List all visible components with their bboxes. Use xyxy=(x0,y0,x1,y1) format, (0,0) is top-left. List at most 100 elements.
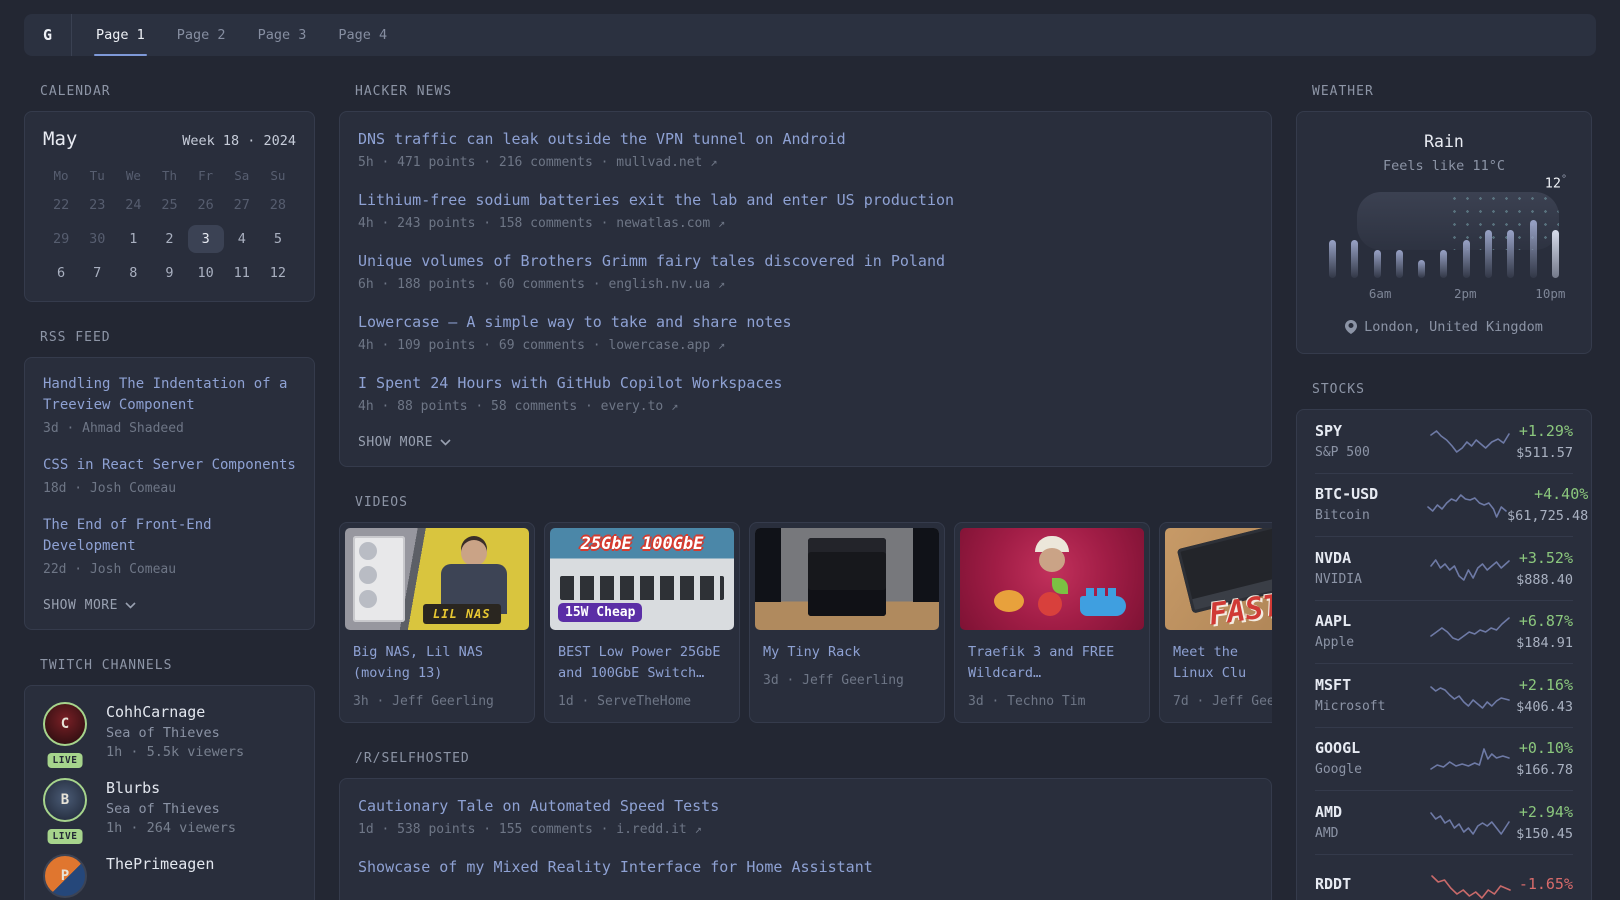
hn-link[interactable]: Lowercase – A simple way to take and sha… xyxy=(358,311,1253,333)
weekday-label: Th xyxy=(161,168,178,183)
rss-show-more-button[interactable]: SHOW MORE xyxy=(43,598,136,613)
stock-symbol: AAPL xyxy=(1315,612,1352,631)
live-badge: LIVE xyxy=(47,829,83,844)
hn-item: Lithium-free sodium batteries exit the l… xyxy=(358,189,1253,232)
rss-link[interactable]: The End of Front-End Development xyxy=(43,515,296,557)
stock-change: +4.40% xyxy=(1534,485,1589,504)
sparkline-chart xyxy=(1430,747,1510,770)
thumbnail-text: 15W Cheap xyxy=(558,603,643,622)
twitch-channel-cohhcarnage[interactable]: C LIVE CohhCarnage Sea of Thieves 1h · 5… xyxy=(43,702,296,768)
videos-section-title: VIDEOS xyxy=(355,495,408,510)
app-logo[interactable]: G xyxy=(24,14,72,56)
video-card-linux-cluster[interactable]: FAST Meet the Linux Clu 7d · Jeff Geerli… xyxy=(1159,522,1272,723)
stock-row-nvda[interactable]: NVDA NVIDIA +3.52% $888.40 xyxy=(1315,537,1573,601)
hacker-news-widget: DNS traffic can leak outside the VPN tun… xyxy=(339,111,1272,467)
twitch-section-title: TWITCH CHANNELS xyxy=(40,658,173,673)
sparkline-chart xyxy=(1430,559,1510,582)
tab-page-4[interactable]: Page 4 xyxy=(336,14,389,56)
stock-row-btc-usd[interactable]: BTC-USD Bitcoin +4.40% $61,725.48 xyxy=(1315,474,1588,537)
video-card-25gbe-switch[interactable]: 25GbE 100GbE 15W Cheap BEST Low Power 25… xyxy=(544,522,740,723)
stock-row-rddt[interactable]: RDDT -1.65% xyxy=(1315,855,1573,900)
stock-row-amd[interactable]: AMD AMD +2.94% $150.45 xyxy=(1315,791,1573,855)
calendar-widget: May Week 18 · 2024 Mo Tu We Th Fr Sa Su … xyxy=(24,111,315,302)
rss-link[interactable]: CSS in React Server Components xyxy=(43,455,296,476)
avatar: C LIVE xyxy=(43,702,91,768)
hn-meta-text: 6h · 188 points · 60 comments · xyxy=(358,277,609,292)
stock-price: $406.43 xyxy=(1516,698,1573,715)
stock-name: Bitcoin xyxy=(1315,508,1370,524)
sparkline-chart xyxy=(1431,875,1511,900)
avatar: B LIVE xyxy=(43,778,91,844)
reddit-link[interactable]: Cautionary Tale on Automated Speed Tests xyxy=(358,795,1253,817)
video-title: Big NAS, Lil NAS (moving 13) xyxy=(353,644,484,681)
calendar-day: 23 xyxy=(89,197,106,213)
video-thumbnail: 25GbE 100GbE 15W Cheap xyxy=(550,528,734,630)
stock-name: Google xyxy=(1315,762,1362,778)
stock-symbol: AMD xyxy=(1315,802,1343,821)
hn-domain-link[interactable]: newatlas.com xyxy=(616,216,710,231)
video-meta: 7d · Jeff Geerling xyxy=(1173,694,1272,709)
tab-page-3[interactable]: Page 3 xyxy=(256,14,309,56)
tab-page-2[interactable]: Page 2 xyxy=(175,14,228,56)
avatar-image: P xyxy=(43,854,87,898)
hn-link[interactable]: Unique volumes of Brothers Grimm fairy t… xyxy=(358,250,1253,272)
reddit-item: Showcase of my Mixed Reality Interface f… xyxy=(358,856,1253,878)
video-meta: 3d · Jeff Geerling xyxy=(763,673,904,688)
stock-name: S&P 500 xyxy=(1315,444,1370,460)
stock-symbol: MSFT xyxy=(1315,675,1352,694)
hn-meta: 4h · 88 points · 58 comments · every.to … xyxy=(358,398,1253,415)
hn-show-more-button[interactable]: SHOW MORE xyxy=(358,435,451,450)
external-link-icon: ↗ xyxy=(694,822,702,836)
stock-name: AMD xyxy=(1315,825,1339,841)
weather-current-temp-label: 12° xyxy=(1544,174,1567,192)
selfhosted-section-title: /R/SELFHOSTED xyxy=(355,751,470,766)
twitch-channel-blurbs[interactable]: B LIVE Blurbs Sea of Thieves 1h · 264 vi… xyxy=(43,778,296,844)
selfhosted-widget: Cautionary Tale on Automated Speed Tests… xyxy=(339,778,1272,900)
stock-price: $184.91 xyxy=(1516,635,1573,652)
avatar: P xyxy=(43,854,91,898)
twitch-channel-theprimeagen[interactable]: P ThePrimeagen xyxy=(43,854,296,898)
thumbnail-text: LIL NAS xyxy=(423,604,501,624)
stocks-widget: SPY S&P 500 +1.29% $511.57 BTC-USD Bitcoin … xyxy=(1296,409,1592,900)
calendar-day: 2 xyxy=(165,231,174,247)
stock-symbol: BTC-USD xyxy=(1315,485,1379,504)
chevron-down-icon xyxy=(440,439,451,446)
hn-link[interactable]: Lithium-free sodium batteries exit the l… xyxy=(358,189,1253,211)
video-card-traefik[interactable]: Traefik 3 and FREE Wildcard… 3d · Techno… xyxy=(954,522,1150,723)
stock-row-aapl[interactable]: AAPL Apple +6.87% $184.91 xyxy=(1315,601,1573,664)
external-link-icon: ↗ xyxy=(671,399,679,413)
hn-link[interactable]: I Spent 24 Hours with GitHub Copilot Wor… xyxy=(358,372,1253,394)
hn-domain-link[interactable]: lowercase.app xyxy=(608,338,710,353)
stock-row-msft[interactable]: MSFT Microsoft +2.16% $406.43 xyxy=(1315,664,1573,728)
calendar-day: 9 xyxy=(165,265,174,281)
rss-widget: Handling The Indentation of a Treeview C… xyxy=(24,357,315,630)
reddit-domain-link[interactable]: i.redd.it xyxy=(616,822,686,837)
calendar-day: 7 xyxy=(93,265,102,281)
sparkline-chart xyxy=(1430,686,1510,710)
reddit-link[interactable]: Showcase of my Mixed Reality Interface f… xyxy=(358,856,1253,878)
calendar-day: 29 xyxy=(52,231,70,247)
hn-domain-link[interactable]: every.to xyxy=(601,399,664,414)
channel-meta: 1h · 5.5k viewers xyxy=(106,744,245,760)
rss-link[interactable]: Handling The Indentation of a Treeview C… xyxy=(43,374,296,416)
hacker-news-section-title: HACKER NEWS xyxy=(355,84,453,99)
hn-domain-link[interactable]: mullvad.net xyxy=(616,155,702,170)
calendar-day: 22 xyxy=(52,197,70,213)
weekday-label: Sa xyxy=(234,168,250,183)
calendar-section-title: CALENDAR xyxy=(40,84,111,99)
rss-meta: 3d · Ahmad Shadeed xyxy=(43,421,184,436)
calendar-day: 6 xyxy=(57,265,66,281)
hn-domain-link[interactable]: english.nv.ua xyxy=(608,277,710,292)
stock-row-spy[interactable]: SPY S&P 500 +1.29% $511.57 xyxy=(1315,410,1573,474)
reddit-meta: 1d · 538 points · 155 comments · i.redd.… xyxy=(358,821,1253,838)
stock-change: +2.16% xyxy=(1518,675,1573,694)
hn-link[interactable]: DNS traffic can leak outside the VPN tun… xyxy=(358,128,1253,150)
rss-item: Handling The Indentation of a Treeview C… xyxy=(43,374,296,437)
video-card-big-nas[interactable]: LIL NAS Big NAS, Lil NAS (moving 13) 3h … xyxy=(339,522,535,723)
reddit-meta-text: 1d · 538 points · 155 comments · xyxy=(358,822,617,837)
page-tabs: Page 1 Page 2 Page 3 Page 4 xyxy=(94,14,389,56)
video-card-my-tiny-rack[interactable]: My Tiny Rack 3d · Jeff Geerling xyxy=(749,522,945,723)
tab-page-1[interactable]: Page 1 xyxy=(94,14,147,56)
stock-change: +6.87% xyxy=(1518,612,1573,631)
stock-row-googl[interactable]: GOOGL Google +0.10% $166.78 xyxy=(1315,728,1573,791)
